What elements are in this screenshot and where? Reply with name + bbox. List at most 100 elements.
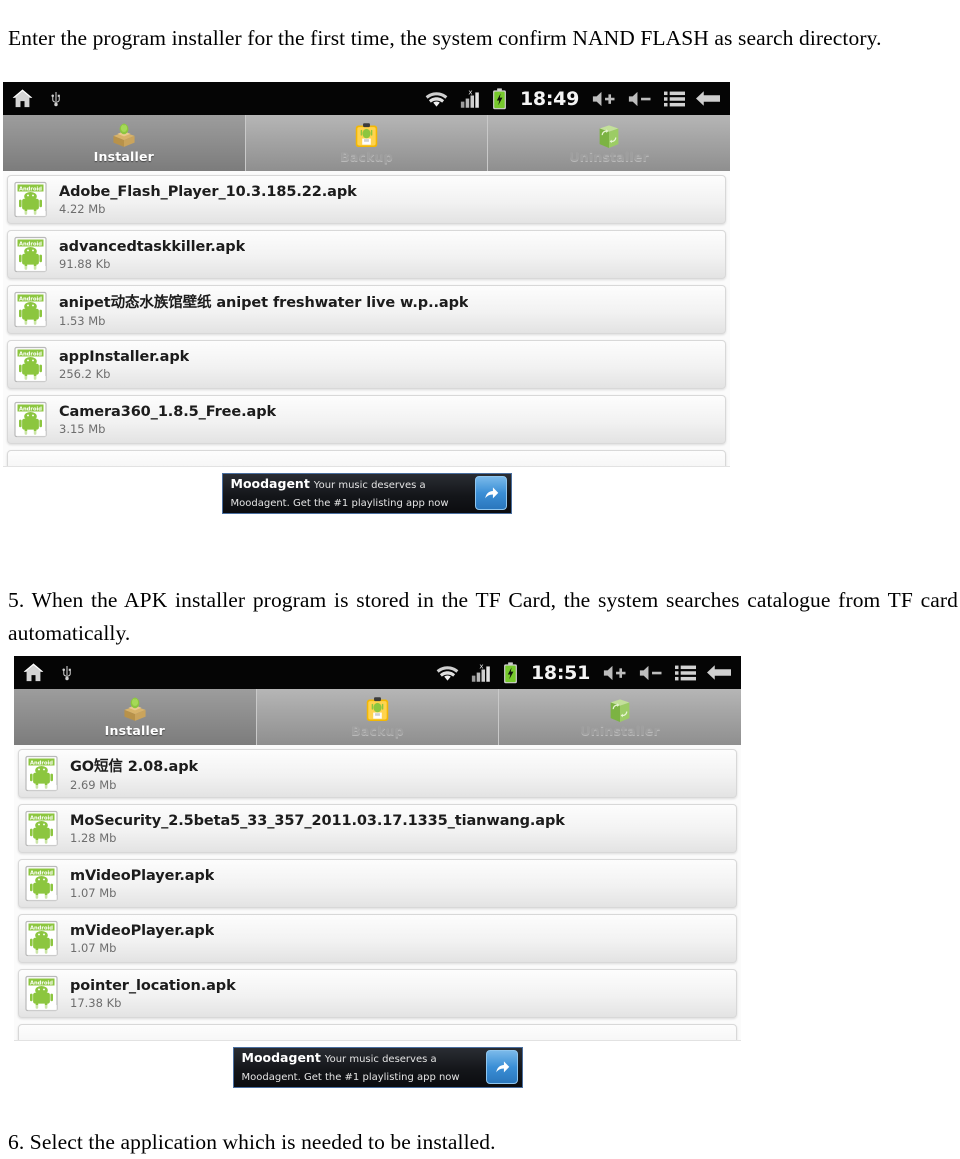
tab-installer[interactable]: Installer — [14, 689, 257, 745]
back-arrow-icon[interactable] — [696, 90, 720, 107]
volume-down-icon[interactable] — [628, 90, 653, 108]
android-screenshot-1: 18:49 Installer Backup Uninstaller Adobe… — [3, 82, 730, 519]
status-bar: 18:49 — [3, 82, 730, 115]
apk-name: Adobe_Flash_Player_10.3.185.22.apk — [59, 183, 357, 200]
tab-backup-label: Backup — [340, 149, 393, 164]
backup-clipboard-icon — [355, 122, 378, 148]
apk-size: 1.07 Mb — [70, 885, 117, 900]
intro-paragraph: Enter the program installer for the firs… — [8, 25, 882, 50]
status-bar: 18:51 — [14, 656, 741, 689]
list-item[interactable]: pointer_location.apk 17.38 Kb — [18, 969, 737, 1018]
uninstaller-bin-icon — [609, 696, 631, 722]
apk-name: pointer_location.apk — [70, 977, 236, 994]
status-bar-left — [22, 661, 75, 684]
status-bar-right: 18:49 — [424, 88, 720, 110]
apk-name: GO短信 2.08.apk — [70, 759, 199, 775]
installer-box-icon — [111, 122, 137, 148]
apk-file-icon — [25, 810, 60, 848]
wifi-icon — [435, 663, 460, 682]
ad-zone: Moodagent Your music deserves a Moodagen… — [14, 1040, 741, 1093]
list-item[interactable]: appInstaller.apk 256.2 Kb — [7, 340, 726, 389]
step6-paragraph: 6. Select the application which is neede… — [8, 1129, 496, 1154]
moodagent-ad-banner[interactable]: Moodagent Your music deserves a Moodagen… — [221, 472, 512, 514]
share-arrow-icon[interactable] — [485, 1050, 518, 1084]
installer-box-icon — [122, 696, 148, 722]
tab-backup[interactable]: Backup — [246, 115, 489, 171]
tab-installer-label: Installer — [93, 149, 155, 164]
tab-bar: Installer Backup Uninstaller — [14, 689, 741, 745]
apk-file-icon — [14, 401, 49, 439]
apk-size: 17.38 Kb — [70, 995, 122, 1010]
back-arrow-icon[interactable] — [707, 664, 731, 681]
menu-icon[interactable] — [675, 664, 696, 682]
volume-up-icon[interactable] — [592, 90, 617, 108]
volume-up-icon[interactable] — [603, 664, 628, 682]
apk-name: Camera360_1.8.5_Free.apk — [59, 403, 277, 420]
tab-uninstaller[interactable]: Uninstaller — [488, 115, 730, 171]
apk-size: 256.2 Kb — [59, 366, 111, 381]
apk-file-icon — [14, 236, 49, 274]
apk-size: 3.15 Mb — [59, 421, 106, 436]
apk-size: 1.07 Mb — [70, 940, 117, 955]
battery-charging-icon — [503, 662, 518, 684]
ad-line-2: Moodagent. Get the #1 playlisting app no… — [241, 1072, 460, 1083]
ad-line-2: Moodagent. Get the #1 playlisting app no… — [230, 498, 449, 509]
tab-backup-label: Backup — [351, 723, 404, 738]
apk-file-icon — [25, 975, 60, 1013]
list-item[interactable]: Adobe_Flash_Player_10.3.185.22.apk 4.22 … — [7, 175, 726, 224]
step5-paragraph: 5. When the APK installer program is sto… — [8, 587, 958, 645]
battery-charging-icon — [492, 88, 507, 110]
tab-bar: Installer Backup Uninstaller — [3, 115, 730, 171]
signal-bars-icon — [471, 663, 492, 683]
apk-file-icon — [25, 920, 60, 958]
backup-clipboard-icon — [366, 696, 389, 722]
android-screenshot-2: 18:51 Installer Backup Uninstaller GO短信 … — [14, 656, 741, 1093]
share-arrow-icon[interactable] — [474, 476, 507, 510]
menu-icon[interactable] — [664, 90, 685, 108]
apk-name: anipet动态水族馆壁纸 anipet freshwater live w.p… — [59, 295, 469, 311]
status-bar-left — [11, 87, 64, 110]
apk-size: 1.28 Mb — [70, 830, 117, 845]
tab-uninstaller[interactable]: Uninstaller — [499, 689, 741, 745]
apk-name: appInstaller.apk — [59, 348, 190, 365]
apk-file-icon — [25, 865, 60, 903]
apk-name: mVideoPlayer.apk — [70, 922, 215, 939]
tab-backup[interactable]: Backup — [257, 689, 500, 745]
ad-title: Moodagent — [230, 476, 310, 491]
ad-zone: Moodagent Your music deserves a Moodagen… — [3, 466, 730, 519]
list-item[interactable]: mVideoPlayer.apk 1.07 Mb — [18, 914, 737, 963]
usb-icon — [59, 662, 75, 684]
list-item[interactable]: mVideoPlayer.apk 1.07 Mb — [18, 859, 737, 908]
home-icon[interactable] — [22, 661, 45, 684]
ad-line-1: Your music deserves a — [313, 480, 426, 491]
usb-icon — [48, 88, 64, 110]
apk-file-icon — [14, 291, 49, 329]
list-item[interactable]: MoSecurity_2.5beta5_33_357_2011.03.17.13… — [18, 804, 737, 853]
list-item[interactable]: GO短信 2.08.apk 2.69 Mb — [18, 749, 737, 798]
uninstaller-bin-icon — [598, 122, 620, 148]
signal-bars-icon — [460, 89, 481, 109]
apk-size: 1.53 Mb — [59, 314, 106, 328]
apk-name: MoSecurity_2.5beta5_33_357_2011.03.17.13… — [70, 812, 565, 829]
moodagent-ad-banner[interactable]: Moodagent Your music deserves a Moodagen… — [232, 1046, 523, 1088]
status-bar-clock: 18:51 — [531, 661, 590, 684]
apk-name: mVideoPlayer.apk — [70, 867, 215, 884]
status-bar-clock: 18:49 — [520, 87, 579, 110]
apk-file-icon — [25, 755, 60, 793]
apk-name: advancedtaskkiller.apk — [59, 238, 246, 255]
apk-file-icon — [14, 346, 49, 384]
list-item[interactable]: Camera360_1.8.5_Free.apk 3.15 Mb — [7, 395, 726, 444]
ad-title: Moodagent — [241, 1050, 321, 1065]
status-bar-right: 18:51 — [435, 662, 731, 684]
list-item[interactable]: anipet动态水族馆壁纸 anipet freshwater live w.p… — [7, 285, 726, 334]
ad-line-1: Your music deserves a — [324, 1054, 437, 1065]
tab-installer[interactable]: Installer — [3, 115, 246, 171]
apk-size: 91.88 Kb — [59, 256, 111, 271]
list-item[interactable]: advancedtaskkiller.apk 91.88 Kb — [7, 230, 726, 279]
home-icon[interactable] — [11, 87, 34, 110]
tab-uninstaller-label: Uninstaller — [580, 723, 660, 738]
tab-uninstaller-label: Uninstaller — [569, 149, 649, 164]
volume-down-icon[interactable] — [639, 664, 664, 682]
apk-file-icon — [14, 181, 49, 219]
apk-size: 4.22 Mb — [59, 201, 106, 216]
